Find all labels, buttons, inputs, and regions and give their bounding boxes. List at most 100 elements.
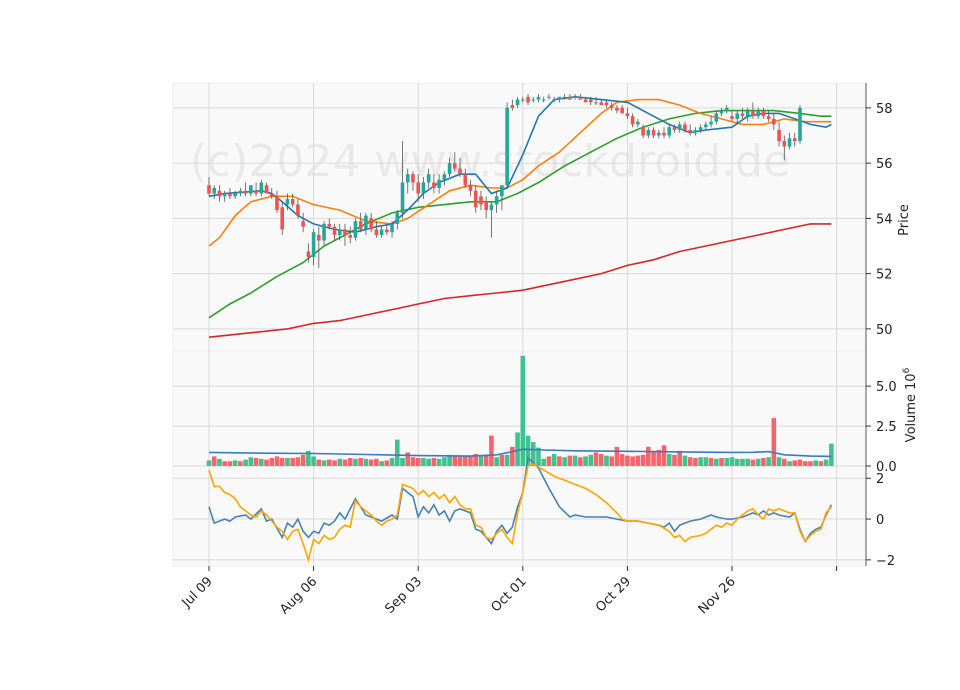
candle-body-57 [505,107,509,186]
volume-bar-40 [415,458,421,466]
candle-body-41 [421,182,426,194]
candle-body-49 [463,174,468,186]
candle-body-69 [568,96,572,100]
candle-body-85 [651,129,656,136]
volume-bar-18 [300,454,306,466]
candle-body-94 [698,127,703,130]
volume-bar-33 [379,461,384,466]
volume-bar-118 [823,459,829,466]
volume-bar-80 [625,455,630,466]
candle-body-50 [468,185,473,191]
volume-bar-15 [285,458,290,466]
volume-bar-49 [462,455,468,466]
volume-bar-74 [593,452,599,466]
osc-tick-label-2: 2 [876,472,884,487]
candle-body-21 [317,234,321,241]
volume-bar-36 [394,439,400,466]
stock-chart: (c)2024 www.stockdroid.de 50525456580.02… [172,82,919,617]
volume-bar-83 [640,454,646,466]
volume-axis-label-exponent-base: 10 [904,373,919,390]
x-tick-label-4: Oct 29 [593,574,634,615]
price-tick-label-1: 52 [876,268,893,283]
candle-body-92 [688,129,692,133]
candle-body-3 [222,193,227,197]
volume-bar-114 [802,461,808,466]
volume-bar-85 [651,450,656,466]
candle-body-107 [766,116,771,119]
price-axis-label: Price [897,204,912,236]
candle-body-51 [473,190,478,208]
candle-body-4 [228,193,232,197]
volume-bar-58 [510,446,515,466]
volume-bar-47 [452,456,458,466]
candle-body-108 [772,118,776,125]
candle-body-29 [358,221,363,230]
candle-57 [505,102,509,188]
candle-body-26 [343,229,347,235]
candle-body-86 [656,132,661,136]
candle-body-22 [322,223,326,241]
volume-bar-88 [666,454,672,466]
volume-bar-90 [677,450,682,466]
candle-body-71 [578,96,583,100]
candle-body-8 [249,185,253,194]
candle-body-28 [353,221,358,238]
candle-body-91 [683,124,687,130]
candle-body-9 [254,190,258,194]
candle-body-17 [296,204,300,216]
osc-tick-label-0: −2 [876,554,895,569]
candle-body-62 [531,99,536,101]
candle-body-66 [552,99,556,101]
volume-bar-95 [703,457,709,466]
candle-body-104 [751,110,755,117]
volume-bar-53 [483,454,489,466]
x-tick-label-0: Jul 09 [179,574,216,611]
candle-body-20 [311,232,316,258]
candle-body-95 [704,124,708,128]
volume-bar-39 [410,457,416,466]
candle-body-77 [609,105,614,108]
volume-bar-93 [693,458,698,466]
volume-bar-29 [358,458,363,466]
volume-bar-25 [337,458,343,466]
candle-body-100 [730,116,734,119]
candle-body-35 [390,223,394,233]
volume-bar-56 [499,454,505,466]
candle-body-10 [259,182,264,194]
volume-bar-99 [724,458,730,466]
candle-body-38 [405,174,410,183]
candle-body-2 [217,190,222,197]
volume-bar-21 [316,459,322,466]
volume-bar-12 [269,458,275,466]
volume-bar-13 [274,456,280,466]
candle-body-84 [646,129,651,136]
candle-body-88 [667,127,672,136]
volume-bar-8 [248,457,254,466]
candle-body-47 [453,163,457,169]
candle-body-52 [479,196,483,205]
candle-body-1 [212,187,217,194]
candle-body-0 [207,185,211,194]
volume-bar-115 [808,461,813,466]
volume-bar-11 [264,459,269,466]
volume-bar-96 [708,458,714,466]
price-tick-label-2: 54 [876,212,893,227]
volume-bar-65 [546,456,552,466]
candle-body-101 [735,113,740,119]
x-tick-label-1: Aug 06 [277,574,320,617]
volume-bar-112 [792,460,798,466]
volume-bar-109 [776,457,782,466]
candle-body-30 [364,215,368,230]
volume-bar-81 [630,456,635,466]
candle-body-68 [562,96,567,98]
candle-body-110 [782,141,787,147]
volume-bar-117 [818,461,824,466]
volume-bar-67 [557,456,562,466]
volume-bar-32 [374,458,379,466]
candle-body-83 [641,127,645,136]
candle-body-82 [636,121,640,125]
volume-bar-7 [243,459,248,466]
candle-body-34 [385,229,389,233]
candle-body-79 [620,107,624,114]
candle-body-56 [500,185,504,197]
